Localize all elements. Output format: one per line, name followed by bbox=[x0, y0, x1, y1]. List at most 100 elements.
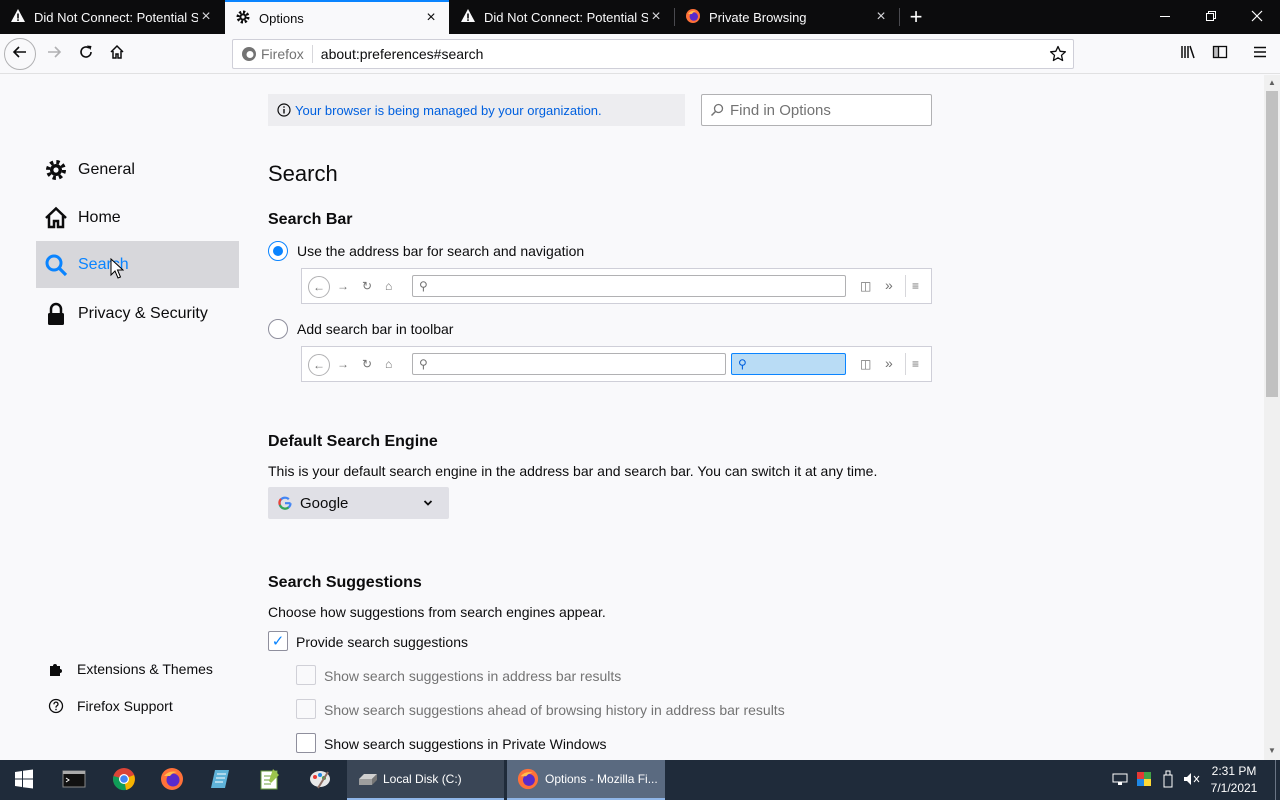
taskbar-firefox[interactable] bbox=[148, 760, 196, 800]
preview-sidebar-icon: ◫ bbox=[860, 279, 872, 293]
plus-icon: + bbox=[909, 4, 923, 29]
url-text[interactable]: about:preferences#search bbox=[321, 46, 1049, 62]
sidebar-item-general[interactable]: General bbox=[36, 146, 239, 193]
sidebar-item-label: Home bbox=[78, 208, 121, 226]
preview-menu-icon: ≡ bbox=[912, 357, 920, 371]
sidebar-item-search[interactable]: Search bbox=[36, 241, 239, 288]
lock-icon bbox=[44, 302, 68, 326]
volume-muted-icon bbox=[1183, 771, 1201, 790]
taskbar-notepad[interactable] bbox=[197, 760, 245, 800]
tray-clock[interactable]: 2:31 PM 7/1/2021 bbox=[1206, 760, 1262, 800]
sidebar-extensions-themes[interactable]: Extensions & Themes bbox=[48, 661, 213, 677]
radio-search-bar-label[interactable]: Add search bar in toolbar bbox=[297, 321, 453, 337]
close-icon[interactable]: × bbox=[423, 10, 439, 26]
preview-overflow-icon: » bbox=[885, 277, 893, 293]
home-button[interactable] bbox=[101, 38, 133, 70]
scrollbar-thumb[interactable] bbox=[1266, 91, 1278, 397]
checkbox-suggestions-ahead-history-label[interactable]: Show search suggestions ahead of browsin… bbox=[324, 702, 785, 718]
tab-did-not-connect-1[interactable]: Did Not Connect: Potential Sec × bbox=[0, 0, 224, 34]
search-bar-heading: Search Bar bbox=[268, 211, 353, 228]
window-close-button[interactable] bbox=[1234, 0, 1280, 34]
library-button[interactable] bbox=[1172, 38, 1204, 70]
warning-icon bbox=[10, 8, 26, 27]
firefox-icon bbox=[517, 768, 539, 790]
chevron-down-icon bbox=[423, 498, 433, 508]
navigation-toolbar: Firefox about:preferences#search bbox=[0, 34, 1280, 74]
find-in-options-input[interactable]: Find in Options bbox=[701, 94, 932, 126]
tab-did-not-connect-2[interactable]: Did Not Connect: Potential Sec × bbox=[450, 0, 674, 34]
checkbox-suggestions-address-bar[interactable] bbox=[296, 665, 316, 685]
reload-button[interactable] bbox=[70, 38, 102, 70]
checkbox-suggestions-ahead-history[interactable] bbox=[296, 699, 316, 719]
radio-search-bar[interactable] bbox=[268, 319, 288, 339]
tab-options[interactable]: Options × bbox=[225, 0, 449, 34]
search-icon bbox=[44, 253, 68, 277]
preview-search-icon: ⚲ bbox=[738, 357, 747, 371]
start-button[interactable] bbox=[0, 760, 48, 800]
sidebar-footer-label: Extensions & Themes bbox=[77, 661, 213, 677]
scroll-down-icon[interactable]: ▼ bbox=[1268, 746, 1276, 755]
tab-private-browsing[interactable]: Private Browsing × bbox=[675, 0, 899, 34]
taskbar-chrome[interactable] bbox=[100, 760, 148, 800]
tab-strip: Did Not Connect: Potential Sec × Options… bbox=[0, 0, 1280, 34]
close-icon[interactable]: × bbox=[648, 9, 664, 25]
radio-address-bar[interactable] bbox=[268, 241, 288, 261]
radio-address-bar-label[interactable]: Use the address bar for search and navig… bbox=[297, 243, 584, 259]
taskbar-terminal[interactable] bbox=[50, 760, 98, 800]
firefox-icon bbox=[685, 8, 701, 27]
hamburger-icon bbox=[1252, 44, 1268, 65]
preferences-page: Your browser is being managed by your or… bbox=[0, 75, 1264, 760]
checkbox-suggestions-address-bar-label[interactable]: Show search suggestions in address bar r… bbox=[324, 668, 621, 684]
url-bar[interactable]: Firefox about:preferences#search bbox=[232, 39, 1074, 69]
checkbox-suggestions-private-windows-label[interactable]: Show search suggestions in Private Windo… bbox=[324, 736, 606, 752]
windows-logo-icon bbox=[14, 769, 34, 792]
preview-back-icon: ← bbox=[308, 276, 330, 298]
tray-usb[interactable] bbox=[1158, 760, 1178, 800]
home-icon bbox=[44, 206, 68, 230]
close-icon[interactable]: × bbox=[873, 9, 889, 25]
menu-button[interactable] bbox=[1244, 38, 1276, 70]
sidebar-firefox-support[interactable]: Firefox Support bbox=[48, 698, 173, 714]
sidebar-item-label: Privacy & Security bbox=[78, 304, 208, 322]
checkbox-provide-suggestions[interactable]: ✓ bbox=[268, 631, 288, 651]
show-desktop-button[interactable] bbox=[1275, 760, 1280, 800]
preview-urlbar: ⚲ bbox=[412, 275, 846, 297]
find-placeholder: Find in Options bbox=[730, 101, 831, 119]
managed-notice[interactable]: Your browser is being managed by your or… bbox=[268, 94, 685, 126]
minimize-button[interactable] bbox=[1142, 0, 1188, 34]
forward-button[interactable] bbox=[38, 38, 70, 70]
mouse-cursor-icon bbox=[110, 257, 125, 285]
google-icon bbox=[278, 496, 292, 510]
checkbox-provide-suggestions-label[interactable]: Provide search suggestions bbox=[296, 634, 468, 650]
identity-label: Firefox bbox=[261, 46, 304, 62]
restore-button[interactable] bbox=[1188, 0, 1234, 34]
new-tab-button[interactable]: + bbox=[900, 0, 932, 34]
taskbar-local-disk[interactable]: Local Disk (C:) bbox=[347, 760, 504, 800]
managed-notice-text[interactable]: Your browser is being managed by your or… bbox=[295, 103, 602, 118]
tab-title: Did Not Connect: Potential Sec bbox=[484, 9, 648, 25]
taskbar-firefox-options[interactable]: Options - Mozilla Fi... bbox=[507, 760, 665, 800]
taskbar-paint[interactable] bbox=[296, 760, 344, 800]
taskbar-notepadpp[interactable] bbox=[246, 760, 294, 800]
help-icon bbox=[48, 698, 64, 714]
minimize-icon bbox=[1159, 9, 1171, 25]
search-bar-preview: ← → ↻ ⌂ ⚲ ⚲ ◫ » ≡ bbox=[301, 346, 932, 382]
default-engine-heading: Default Search Engine bbox=[268, 433, 438, 450]
tray-color-app[interactable] bbox=[1134, 760, 1154, 800]
checkbox-suggestions-private-windows[interactable] bbox=[296, 733, 316, 753]
default-engine-select[interactable]: Google bbox=[268, 487, 449, 519]
tray-volume[interactable] bbox=[1182, 760, 1202, 800]
scroll-up-icon[interactable]: ▲ bbox=[1268, 78, 1276, 87]
bookmark-star-icon[interactable] bbox=[1049, 45, 1067, 63]
tray-network[interactable] bbox=[1110, 760, 1130, 800]
info-icon bbox=[277, 103, 291, 117]
back-button[interactable] bbox=[4, 38, 36, 70]
sidebar-toggle-button[interactable] bbox=[1204, 38, 1236, 70]
close-icon bbox=[1251, 9, 1263, 25]
reload-icon bbox=[78, 44, 94, 65]
sidebar-item-privacy-security[interactable]: Privacy & Security bbox=[36, 290, 239, 337]
preview-reload-icon: ↻ bbox=[362, 279, 373, 293]
page-scrollbar[interactable]: ▲ ▼ bbox=[1264, 75, 1280, 760]
close-icon[interactable]: × bbox=[198, 9, 214, 25]
sidebar-item-home[interactable]: Home bbox=[36, 194, 239, 241]
